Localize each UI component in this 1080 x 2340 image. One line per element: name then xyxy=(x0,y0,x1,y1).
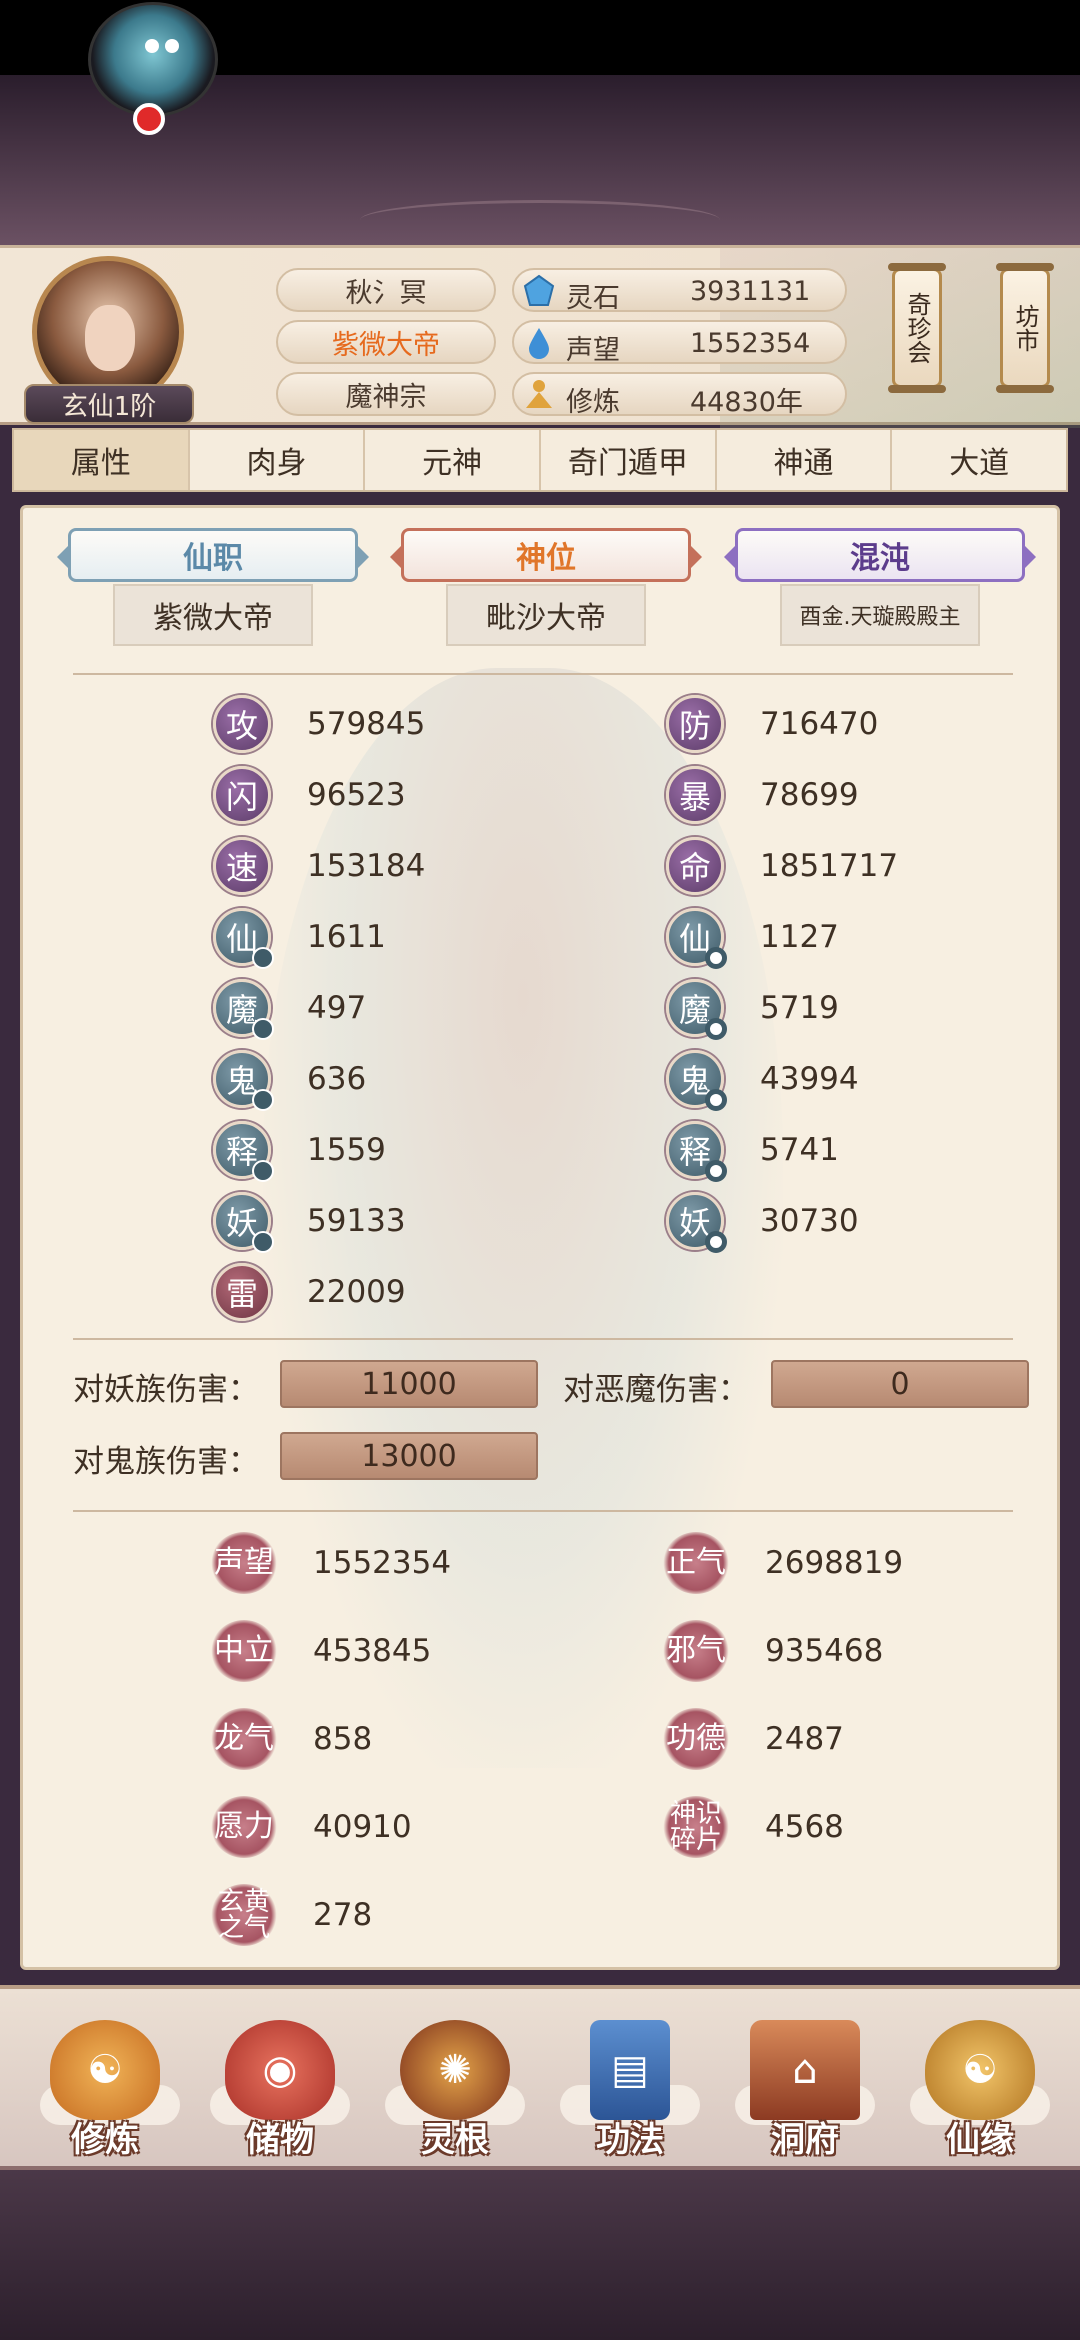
divider xyxy=(73,673,1013,675)
player-header: 玄仙1阶 秋氵冥 紫微大帝 魔神宗 灵石 3931131 声望 1552354 … xyxy=(0,245,1080,428)
technique-book-icon: ▤ xyxy=(590,2020,670,2120)
treasure-fair-button[interactable]: 奇珍会 xyxy=(888,263,946,393)
stat-demon-attack[interactable]: 魔 497 xyxy=(213,978,366,1040)
stat-attack: 攻 579845 xyxy=(213,694,425,754)
stat-yao-defense[interactable]: 妖 30730 xyxy=(666,1191,859,1253)
stat-immortal-defense[interactable]: 仙 1127 xyxy=(666,907,839,969)
immortal-post-value: 紫微大帝 xyxy=(113,584,313,646)
tab-body[interactable]: 肉身 xyxy=(190,430,366,490)
chaos-value: 酉金.天璇殿殿主 xyxy=(780,584,980,646)
player-sect: 魔神宗 xyxy=(276,372,496,416)
defense-badge-icon xyxy=(705,1018,727,1040)
pet-companion-icon[interactable] xyxy=(88,2,218,117)
rep-dragon-qi: 龙气 858 xyxy=(211,1708,372,1770)
damage-vs-demon-value: 0 xyxy=(771,1360,1029,1408)
storage-bag-icon: ◉ xyxy=(225,2020,335,2120)
rep-neutral: 中立 453845 xyxy=(211,1620,431,1682)
tab-spirit[interactable]: 元神 xyxy=(365,430,542,490)
resource-reputation: 声望 1552354 xyxy=(512,320,847,366)
damage-vs-yao-label: 对妖族伤害： xyxy=(73,1372,259,1408)
stat-yao-attack[interactable]: 妖 59133 xyxy=(213,1191,406,1253)
spirit-stone-icon xyxy=(523,274,555,306)
divine-rank-value: 毗沙大帝 xyxy=(446,584,646,646)
attack-badge-icon xyxy=(252,1089,274,1111)
market-button[interactable]: 坊市 xyxy=(996,263,1054,393)
player-title: 紫微大帝 xyxy=(276,320,496,364)
rank-badge: 玄仙1阶 xyxy=(24,384,194,424)
spirit-root-icon: ✺ xyxy=(400,2020,510,2120)
tab-dao[interactable]: 大道 xyxy=(892,430,1066,490)
rep-righteous: 正气 2698819 xyxy=(663,1532,903,1594)
stat-defense: 防 716470 xyxy=(666,694,878,754)
stat-demon-defense[interactable]: 魔 5719 xyxy=(666,978,839,1040)
tab-attributes[interactable]: 属性 xyxy=(14,430,190,490)
immortal-post-label: 仙职 xyxy=(57,528,369,582)
nav-spirit-root[interactable]: ✺ 灵根 xyxy=(385,2020,525,2170)
gourd-icon: ☯ xyxy=(925,2020,1035,2120)
defense-badge-icon xyxy=(705,1160,727,1182)
damage-vs-yao-value: 11000 xyxy=(280,1360,538,1408)
tab-bar: 属性 肉身 元神 奇门遁甲 神通 大道 xyxy=(12,428,1068,492)
cave-dwelling-icon: ⌂ xyxy=(750,2020,860,2120)
nav-cave[interactable]: ⌂ 洞府 xyxy=(735,2020,875,2170)
notification-dot xyxy=(133,103,165,135)
defense-badge-icon xyxy=(705,947,727,969)
damage-vs-ghost-label: 对鬼族伤害： xyxy=(73,1444,259,1480)
spirit-stone-value: 3931131 xyxy=(690,276,811,307)
divider xyxy=(73,1338,1013,1340)
meditation-icon xyxy=(526,380,552,408)
stat-ghost-defense[interactable]: 鬼 43994 xyxy=(666,1049,859,1111)
rep-evil: 邪气 935468 xyxy=(663,1620,883,1682)
stat-speed: 速 153184 xyxy=(213,836,425,896)
rep-merit: 功德 2487 xyxy=(663,1708,844,1770)
damage-vs-ghost-value: 13000 xyxy=(280,1432,538,1480)
player-name: 秋氵冥 xyxy=(276,268,496,312)
attribute-panel: 仙职 紫微大帝 神位 毗沙大帝 混沌 酉金.天璇殿殿主 攻 579845 闪 965… xyxy=(20,505,1060,1970)
cultivation-value: 44830年 xyxy=(690,387,803,418)
stat-life: 命 1851717 xyxy=(666,836,898,896)
tab-qimen[interactable]: 奇门遁甲 xyxy=(541,430,717,490)
attack-badge-icon xyxy=(252,1231,274,1253)
attack-badge-icon xyxy=(252,1160,274,1182)
defense-badge-icon xyxy=(705,1231,727,1253)
nav-cultivate[interactable]: ☯ 修炼 xyxy=(35,2020,175,2170)
divine-rank-label: 神位 xyxy=(390,528,702,582)
stat-critical: 暴 78699 xyxy=(666,765,859,825)
resource-spirit-stone: 灵石 3931131 xyxy=(512,268,847,314)
stat-immortal-attack[interactable]: 仙 1611 xyxy=(213,907,386,969)
stat-thunder: 雷 22009 xyxy=(213,1262,406,1322)
stat-dodge: 闪 96523 xyxy=(213,765,406,825)
attack-badge-icon xyxy=(252,947,274,969)
stat-buddha-attack[interactable]: 释 1559 xyxy=(213,1120,386,1182)
rep-soul-fragments: 神识碎片 4568 xyxy=(663,1796,844,1858)
reputation-value: 1552354 xyxy=(690,328,811,359)
cultivate-icon: ☯ xyxy=(50,2020,160,2120)
rep-wish-power: 愿力 40910 xyxy=(211,1796,412,1858)
damage-vs-demon-label: 对恶魔伤害： xyxy=(563,1372,749,1408)
bottom-background xyxy=(0,2170,1080,2340)
attack-badge-icon xyxy=(252,1018,274,1040)
nav-technique[interactable]: ▤ 功法 xyxy=(560,2020,700,2170)
rep-xuanhuang-qi: 玄黄之气 278 xyxy=(211,1884,372,1946)
chaos-label: 混沌 xyxy=(724,528,1036,582)
banner-ornament xyxy=(360,200,720,240)
nav-storage[interactable]: ◉ 储物 xyxy=(210,2020,350,2170)
divider xyxy=(73,1510,1013,1512)
stat-ghost-attack[interactable]: 鬼 636 xyxy=(213,1049,366,1111)
stat-buddha-defense[interactable]: 释 5741 xyxy=(666,1120,839,1182)
resource-cultivation: 修炼 44830年 xyxy=(512,372,847,418)
rep-reputation: 声望 1552354 xyxy=(211,1532,451,1594)
tab-divine-power[interactable]: 神通 xyxy=(717,430,893,490)
defense-badge-icon xyxy=(705,1089,727,1111)
nav-fate[interactable]: ☯ 仙缘 xyxy=(910,2020,1050,2170)
reputation-drop-icon xyxy=(529,328,549,359)
